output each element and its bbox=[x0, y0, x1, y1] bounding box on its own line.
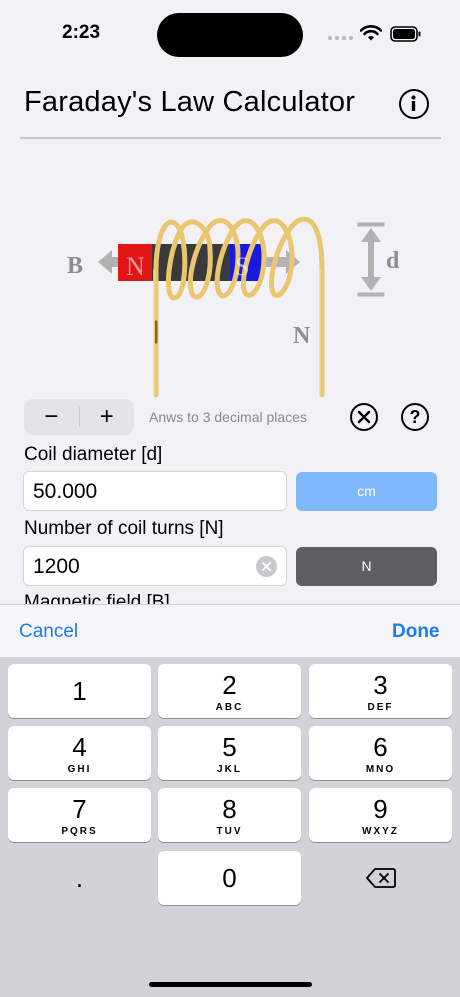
key-digit: 4 bbox=[72, 732, 87, 762]
backspace-icon bbox=[365, 868, 396, 888]
cancel-button[interactable]: Cancel bbox=[19, 621, 78, 643]
coil-turns-input[interactable]: 1200 bbox=[23, 546, 287, 586]
cellular-signal-icon bbox=[328, 36, 353, 40]
key-3[interactable]: 3 DEF bbox=[309, 664, 452, 718]
coil-turns-unit-button[interactable]: N bbox=[296, 547, 437, 586]
key-letters: GHI bbox=[67, 764, 92, 775]
precision-note: Anws to 3 decimal places bbox=[149, 409, 307, 425]
key-letters: ABC bbox=[215, 702, 244, 713]
key-letters: MNO bbox=[365, 764, 396, 775]
key-0[interactable]: 0 bbox=[158, 851, 301, 905]
label-b: B bbox=[67, 253, 83, 279]
increase-decimals-button[interactable]: + bbox=[79, 399, 134, 435]
key-letters: TUV bbox=[216, 826, 243, 837]
coil-diameter-input[interactable]: 50.000 bbox=[23, 471, 287, 511]
key-6[interactable]: 6 MNO bbox=[309, 726, 452, 780]
key-digit: 8 bbox=[222, 794, 237, 824]
status-time: 2:23 bbox=[62, 22, 101, 43]
key-letters: PQRS bbox=[61, 826, 98, 837]
coil-turns-label: Number of coil turns [N] bbox=[24, 518, 224, 539]
done-button[interactable]: Done bbox=[392, 621, 440, 643]
decimal-stepper[interactable]: − + bbox=[24, 399, 134, 435]
key-digit: 9 bbox=[373, 794, 388, 824]
key-8[interactable]: 8 TUV bbox=[158, 788, 301, 842]
key-digit: 7 bbox=[72, 794, 87, 824]
key-digit: 1 bbox=[72, 676, 87, 706]
key-1[interactable]: 1 bbox=[8, 664, 151, 718]
label-s-pole: S bbox=[235, 252, 249, 281]
battery-icon bbox=[390, 26, 421, 42]
key-7[interactable]: 7 PQRS bbox=[8, 788, 151, 842]
coil-diameter-label: Coil diameter [d] bbox=[24, 444, 163, 465]
key-5[interactable]: 5 JKL bbox=[158, 726, 301, 780]
coil-magnet-illustration: B N S N d bbox=[67, 216, 400, 398]
key-digit: 0 bbox=[222, 863, 237, 893]
key-letters: JKL bbox=[217, 764, 242, 775]
label-d: d bbox=[386, 248, 400, 274]
info-icon[interactable] bbox=[399, 89, 429, 119]
clear-all-icon[interactable] bbox=[350, 403, 378, 431]
number-keypad: 1 2 ABC 3 DEF 4 GHI 5 JKL 6 MNO 7 PQRS 8… bbox=[0, 657, 460, 997]
clear-field-icon[interactable] bbox=[256, 556, 277, 577]
key-digit: 5 bbox=[222, 732, 237, 762]
key-digit: 6 bbox=[373, 732, 388, 762]
header-divider bbox=[20, 137, 441, 139]
wifi-icon bbox=[360, 25, 382, 41]
decrease-decimals-button[interactable]: − bbox=[24, 399, 79, 435]
help-icon[interactable]: ? bbox=[401, 403, 429, 431]
key-letters: WXYZ bbox=[362, 826, 399, 837]
key-letters: DEF bbox=[367, 702, 394, 713]
dynamic-island bbox=[157, 13, 303, 57]
key-2[interactable]: 2 ABC bbox=[158, 664, 301, 718]
key-digit: 2 bbox=[222, 670, 237, 700]
home-indicator bbox=[149, 982, 312, 987]
key-decimal[interactable]: . bbox=[8, 851, 151, 905]
page-title: Faraday's Law Calculator bbox=[24, 86, 356, 118]
key-digit: 3 bbox=[373, 670, 388, 700]
key-digit: . bbox=[75, 863, 84, 893]
key-4[interactable]: 4 GHI bbox=[8, 726, 151, 780]
key-delete[interactable] bbox=[309, 851, 452, 905]
coil-diameter-unit-button[interactable]: cm bbox=[296, 472, 437, 511]
key-9[interactable]: 9 WXYZ bbox=[309, 788, 452, 842]
diameter-dimension-icon bbox=[357, 222, 385, 297]
label-n-pole: N bbox=[126, 252, 145, 281]
label-n-turns: N bbox=[293, 323, 311, 349]
